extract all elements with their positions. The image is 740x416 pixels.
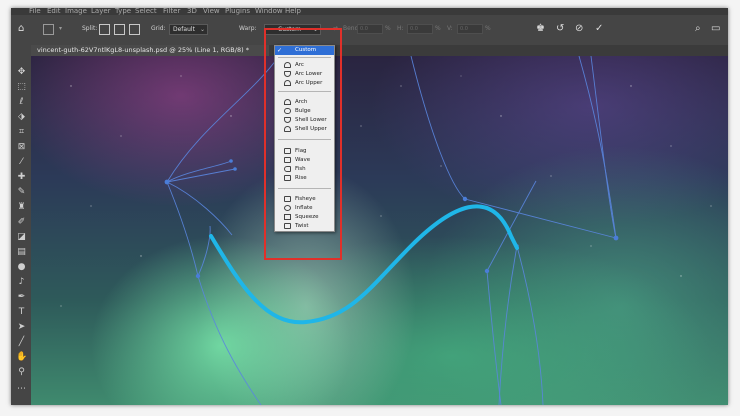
menu-select[interactable]: Select	[135, 8, 157, 15]
move-icon[interactable]: ✥	[16, 67, 27, 77]
menu-filter[interactable]: Filter	[163, 8, 180, 15]
type-icon[interactable]: T	[16, 307, 27, 317]
split-vertical-icon[interactable]	[114, 24, 125, 35]
warp-tool-icon[interactable]	[43, 24, 54, 35]
menu-file[interactable]: File	[29, 8, 41, 15]
v-label: V:	[447, 25, 453, 32]
warp-label: Warp:	[239, 25, 257, 32]
crop-icon[interactable]: ⌗	[16, 127, 27, 137]
grid-label: Grid:	[151, 25, 166, 32]
menu-window[interactable]: Window	[255, 8, 283, 15]
h-percent: %	[435, 25, 441, 32]
v-percent: %	[485, 25, 491, 32]
more-icon[interactable]: ⋯	[16, 384, 27, 394]
document-tab[interactable]: vincent-guth-62V7ntlKgL8-unsplash.psd @ …	[31, 45, 269, 56]
undo-icon[interactable]: ↺	[556, 23, 564, 34]
commit-check-icon[interactable]: ✓	[595, 23, 603, 34]
h-distortion-input[interactable]: 0.0	[407, 24, 433, 34]
bend-percent: %	[385, 25, 391, 32]
workspace-icon[interactable]: ▭	[711, 23, 720, 34]
options-bar: ⌂ ▾ Split: Grid: Default ⌄ Warp: Custom …	[11, 15, 728, 46]
home-icon[interactable]: ⌂	[18, 23, 24, 34]
menu-edit[interactable]: Edit	[47, 8, 61, 15]
dodge-icon[interactable]: ♪	[16, 277, 27, 287]
photoshop-window: File Edit Image Layer Type Select Filter…	[11, 8, 728, 405]
path-select-icon[interactable]: ➤	[16, 322, 27, 332]
blur-icon[interactable]: ●	[16, 262, 27, 272]
grid-caret-icon: ⌄	[199, 26, 205, 33]
menu-layer[interactable]: Layer	[91, 8, 111, 15]
hand-icon[interactable]: ✋	[16, 352, 27, 362]
pen-icon[interactable]: ✒	[16, 292, 27, 302]
split-crosswise-icon[interactable]	[99, 24, 110, 35]
brush-icon[interactable]: ✎	[16, 187, 27, 197]
menu-help[interactable]: Help	[285, 8, 301, 15]
search-icon[interactable]: ⌕	[695, 23, 701, 34]
cancel-icon[interactable]: ⊘	[575, 23, 583, 34]
gradient-icon[interactable]: ▤	[16, 247, 27, 257]
zoom-icon[interactable]: ⚲	[16, 367, 27, 377]
menu-bar: File Edit Image Layer Type Select Filter…	[11, 8, 728, 15]
grid-select[interactable]: Default ⌄	[169, 24, 208, 35]
warp-frame-lines	[166, 56, 617, 405]
warped-line[interactable]	[209, 204, 519, 325]
menu-3d[interactable]: 3D	[187, 8, 197, 15]
v-distortion-input[interactable]: 0.0	[457, 24, 483, 34]
frame-icon[interactable]: ⊠	[16, 142, 27, 152]
grid-select-value: Default	[173, 26, 195, 33]
menu-image[interactable]: Image	[65, 8, 87, 15]
document-tab-title: vincent-guth-62V7ntlKgL8-unsplash.psd @ …	[37, 46, 249, 54]
marquee-icon[interactable]: ⬚	[16, 82, 27, 92]
line-icon[interactable]: ╱	[16, 337, 27, 347]
eyedropper-icon[interactable]: ⁄	[16, 157, 27, 167]
image-canvas[interactable]	[31, 56, 728, 405]
document-tabs: vincent-guth-62V7ntlKgL8-unsplash.psd @ …	[31, 45, 728, 56]
healing-icon[interactable]: ✚	[16, 172, 27, 182]
highlight-box	[264, 28, 342, 260]
warp-mode-icon[interactable]: ♚	[536, 23, 545, 34]
eraser-icon[interactable]: ◪	[16, 232, 27, 242]
lasso-icon[interactable]: ℓ	[16, 97, 27, 107]
tools-panel: ✥ ⬚ ℓ ⬗ ⌗ ⊠ ⁄ ✚ ✎ ♜ ✐ ◪ ▤ ● ♪ ✒ T ➤ ╱ ✋ …	[11, 45, 31, 405]
split-label: Split:	[82, 25, 98, 32]
menu-view[interactable]: View	[203, 8, 220, 15]
tool-preset-caret-icon[interactable]: ▾	[59, 25, 62, 32]
menu-plugins[interactable]: Plugins	[225, 8, 250, 15]
stamp-icon[interactable]: ♜	[16, 202, 27, 212]
bend-input[interactable]: 0.0	[357, 24, 383, 34]
menu-type[interactable]: Type	[115, 8, 131, 15]
history-brush-icon[interactable]: ✐	[16, 217, 27, 227]
warp-handles[interactable]	[164, 159, 619, 279]
object-select-icon[interactable]: ⬗	[16, 112, 27, 122]
h-label: H:	[397, 25, 404, 32]
warp-overlay[interactable]	[31, 56, 728, 405]
split-horizontal-icon[interactable]	[129, 24, 140, 35]
